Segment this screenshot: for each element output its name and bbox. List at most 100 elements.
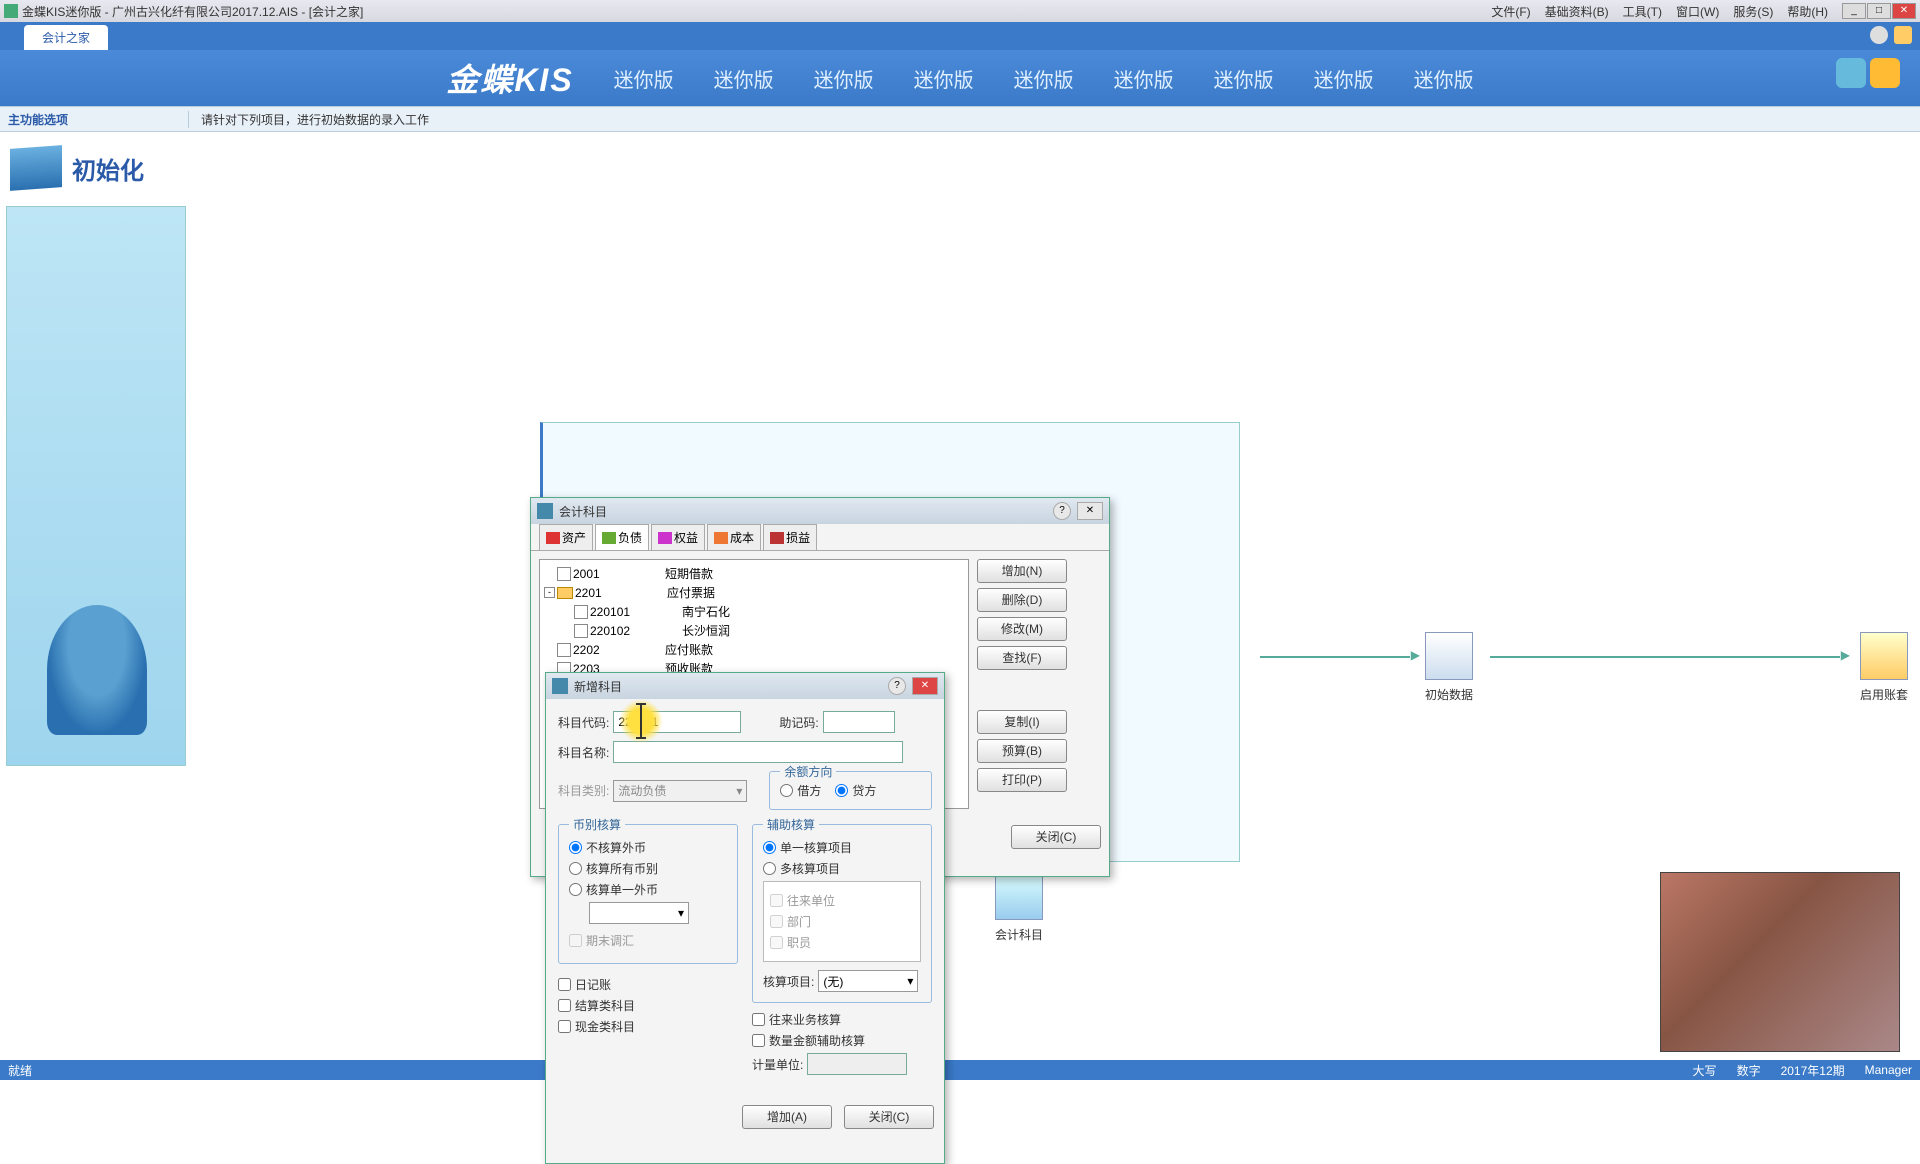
edition-6: 迷你版	[1114, 64, 1174, 93]
add-subject-button[interactable]: 增加(N)	[977, 559, 1067, 583]
single-aux-radio[interactable]: 单一核算项目	[763, 839, 921, 856]
find-subject-button[interactable]: 查找(F)	[977, 646, 1067, 670]
menu-basedata[interactable]: 基础资料(B)	[1539, 1, 1615, 22]
shortcut-icon-2[interactable]	[1870, 58, 1900, 88]
new-win-titlebar[interactable]: 新增科目 ? ✕	[546, 673, 944, 699]
edition-9: 迷你版	[1414, 64, 1474, 93]
tab-assets[interactable]: 资产	[539, 524, 593, 550]
journal-check[interactable]: 日记账	[558, 976, 738, 993]
edition-4: 迷你版	[914, 64, 974, 93]
new-subject-dialog: 新增科目 ? ✕ 科目代码: 助记码: 科	[545, 672, 945, 1164]
status-period: 2017年12期	[1781, 1062, 1845, 1079]
workflow-node-subjects[interactable]: 会计科目	[995, 872, 1043, 943]
uom-label: 计量单位:	[752, 1056, 803, 1073]
close-button[interactable]: ✕	[1892, 3, 1916, 19]
qty-aux-check[interactable]: 数量金额辅助核算	[752, 1032, 932, 1049]
edition-8: 迷你版	[1314, 64, 1374, 93]
acct-close-btn[interactable]: 关闭(C)	[1011, 825, 1101, 849]
subject-name-input[interactable]	[613, 741, 903, 763]
cash-check[interactable]: 现金类科目	[558, 1018, 738, 1035]
acct-category-tabs: 资产 负债 权益 成本 损益	[531, 524, 1109, 551]
credit-radio[interactable]: 贷方	[835, 782, 876, 799]
settle-check[interactable]: 结算类科目	[558, 997, 738, 1014]
uom-input	[807, 1053, 907, 1075]
tab-home[interactable]: 会计之家	[24, 25, 108, 50]
all-cur-radio[interactable]: 核算所有币别	[569, 860, 727, 877]
menu-window[interactable]: 窗口(W)	[1670, 1, 1725, 22]
workflow-node-initdata[interactable]: 初始数据	[1425, 632, 1473, 703]
menu-service[interactable]: 服务(S)	[1727, 1, 1779, 22]
tree-row[interactable]: 2202应付账款	[544, 640, 964, 659]
hint-text: 请针对下列项目，进行初始数据的录入工作	[189, 111, 429, 128]
feedback-icon[interactable]	[1870, 26, 1888, 44]
new-help-button[interactable]: ?	[888, 677, 906, 695]
app-icon	[4, 4, 18, 18]
single-cur-radio[interactable]: 核算单一外币	[569, 881, 727, 898]
shortcut-icon-1[interactable]	[1836, 58, 1866, 88]
equity-icon	[658, 532, 672, 544]
edit-subject-button[interactable]: 修改(M)	[977, 617, 1067, 641]
budget-button[interactable]: 预算(B)	[977, 739, 1067, 763]
dialog-close-button[interactable]: 关闭(C)	[844, 1105, 934, 1129]
aux-item-combo[interactable]: (无)	[818, 970, 918, 992]
arrow-2	[1490, 656, 1840, 658]
acct-help-button[interactable]: ?	[1053, 502, 1071, 520]
minimize-button[interactable]: _	[1842, 3, 1866, 19]
maximize-button[interactable]: □	[1867, 3, 1891, 19]
category-combo[interactable]: 流动负债	[613, 780, 747, 802]
status-bar: 就绪 大写 数字 2017年12期 Manager	[0, 1060, 1920, 1080]
corr-biz-check[interactable]: 往来业务核算	[752, 1011, 932, 1028]
new-win-title: 新增科目	[574, 678, 622, 695]
emp-check: 职员	[770, 934, 914, 951]
delete-subject-button[interactable]: 删除(D)	[977, 588, 1067, 612]
doc-icon	[557, 643, 571, 657]
code-label: 科目代码:	[558, 714, 609, 731]
collapse-icon[interactable]: -	[544, 587, 555, 598]
acct-win-titlebar[interactable]: 会计科目 ? ✕	[531, 498, 1109, 524]
notify-icon[interactable]	[1894, 26, 1912, 44]
doc-icon	[574, 605, 588, 619]
tab-equity[interactable]: 权益	[651, 524, 705, 550]
menu-help[interactable]: 帮助(H)	[1781, 1, 1834, 22]
tool-row: 主功能选项 请针对下列项目，进行初始数据的录入工作	[0, 106, 1920, 132]
tree-row[interactable]: 220101南宁石化	[544, 602, 964, 621]
cat-label: 科目类别:	[558, 782, 609, 799]
doc-icon	[574, 624, 588, 638]
tree-row[interactable]: -2201应付票据	[544, 583, 964, 602]
multi-aux-radio[interactable]: 多核算项目	[763, 860, 921, 877]
menu-file[interactable]: 文件(F)	[1485, 1, 1536, 22]
no-fx-radio[interactable]: 不核算外币	[569, 839, 727, 856]
edition-5: 迷你版	[1014, 64, 1074, 93]
print-button[interactable]: 打印(P)	[977, 768, 1067, 792]
currency-combo[interactable]	[589, 902, 689, 924]
debit-radio[interactable]: 借方	[780, 782, 821, 799]
new-close-button[interactable]: ✕	[912, 677, 938, 695]
money-icon	[602, 532, 616, 544]
webcam-overlay	[1660, 872, 1900, 1052]
status-ready: 就绪	[8, 1062, 32, 1079]
document-tab-bar: 会计之家	[0, 22, 1920, 50]
dialog-add-button[interactable]: 增加(A)	[742, 1105, 832, 1129]
workflow-node-enable[interactable]: 启用账套	[1860, 632, 1908, 703]
acct-win-icon	[537, 503, 553, 519]
edition-7: 迷你版	[1214, 64, 1274, 93]
tab-liabilities[interactable]: 负债	[595, 524, 649, 550]
brand-band: 金蝶KIS 迷你版 迷你版 迷你版 迷你版 迷你版 迷你版 迷你版 迷你版 迷你…	[0, 50, 1920, 106]
acct-close-button[interactable]: ✕	[1077, 502, 1103, 520]
currency-legend: 币别核算	[569, 816, 625, 833]
mnemo-label: 助记码:	[779, 714, 818, 731]
subject-code-input[interactable]	[613, 711, 741, 733]
mnemonic-input[interactable]	[823, 711, 895, 733]
init-cube-icon	[10, 145, 62, 191]
sidebar: 初始化	[0, 132, 190, 1060]
tab-cost[interactable]: 成本	[707, 524, 761, 550]
tab-profit[interactable]: 损益	[763, 524, 817, 550]
tree-row[interactable]: 220102长沙恒润	[544, 621, 964, 640]
tree-row[interactable]: 2001短期借款	[544, 564, 964, 583]
copy-subject-button[interactable]: 复制(I)	[977, 710, 1067, 734]
enable-icon	[1860, 632, 1908, 680]
profit-icon	[770, 532, 784, 544]
menu-tools[interactable]: 工具(T)	[1617, 1, 1668, 22]
arrow-1	[1260, 656, 1410, 658]
edition-3: 迷你版	[814, 64, 874, 93]
